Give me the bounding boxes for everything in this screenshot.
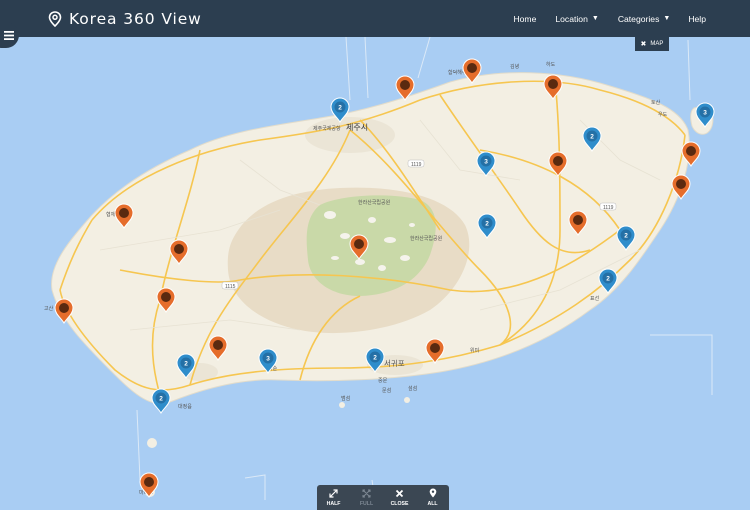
caret-down-icon: ▼ xyxy=(591,15,599,22)
road-1115-label: 1115 xyxy=(225,284,236,290)
nav-home[interactable]: Home xyxy=(504,14,545,24)
poi-marker-13-dot xyxy=(213,340,223,350)
full-label: FULL xyxy=(359,500,374,507)
expand-icon xyxy=(329,488,338,498)
place-label-hallasan-peak: 한라산국립공원 xyxy=(358,199,391,206)
cluster-marker-9-count: 3 xyxy=(266,355,270,362)
poi-marker-15-dot xyxy=(144,477,154,487)
cluster-marker-7-count: 2 xyxy=(606,275,610,282)
place-label-gosan: 고산 xyxy=(44,305,54,312)
full-button[interactable]: FULL xyxy=(350,485,383,510)
place-label-jeju-city: 제주시 xyxy=(346,123,368,132)
cluster-marker-4-count: 3 xyxy=(484,158,488,165)
close-label: CLOSE xyxy=(390,500,409,507)
nav-categories[interactable]: Categories ▼ xyxy=(609,14,680,24)
place-label-munseom: 문섬 xyxy=(382,387,391,394)
map-toggle-button[interactable]: ✖ MAP xyxy=(635,37,669,51)
poi-marker-9-dot xyxy=(174,244,184,254)
place-label-gimnyeong: 김녕 xyxy=(510,63,519,70)
poi-marker-4-dot xyxy=(686,146,696,156)
caret-down-icon: ▼ xyxy=(663,15,671,22)
nav-location[interactable]: Location ▼ xyxy=(545,14,608,24)
cluster-marker-3-count: 2 xyxy=(590,133,594,140)
poi-marker-2-dot xyxy=(400,80,410,90)
hamburger-icon xyxy=(4,30,14,40)
location-pin-icon xyxy=(48,10,62,27)
cluster-marker-2-count: 3 xyxy=(703,109,707,116)
poi-marker-11-dot xyxy=(161,292,171,302)
main-nav: Home Location ▼ Categories ▼ Help xyxy=(504,0,750,37)
cluster-marker-10-count: 2 xyxy=(373,354,377,361)
half-button[interactable]: HALF xyxy=(317,485,350,510)
half-label: HALF xyxy=(326,500,341,507)
nav-home-label: Home xyxy=(513,13,537,24)
nav-categories-label: Categories xyxy=(617,13,660,24)
map-size-toolbar: HALF FULL CLOSE ALL xyxy=(317,485,449,510)
place-label-beomseom: 범섬 xyxy=(341,395,350,402)
poi-marker-14-dot xyxy=(430,343,440,353)
place-label-wimi: 위미 xyxy=(470,347,479,354)
nav-help[interactable]: Help xyxy=(679,14,750,24)
close-icon xyxy=(395,489,404,497)
cluster-marker-8-count: 2 xyxy=(184,360,188,367)
cluster-marker-6-count: 2 xyxy=(624,232,628,239)
place-label-hado: 하도 xyxy=(546,61,556,68)
beomseom-island xyxy=(339,402,345,408)
close-icon: ✖ xyxy=(640,41,647,48)
place-label-seogwipo: 서귀포 xyxy=(384,358,405,368)
gapado-island xyxy=(147,438,157,448)
poi-marker-12-dot xyxy=(59,303,69,313)
place-label-pyoseon: 표선 xyxy=(590,295,600,302)
munseom-island xyxy=(404,397,410,403)
cluster-marker-1-count: 2 xyxy=(338,104,342,111)
poi-marker-6-dot xyxy=(553,156,563,166)
place-label-hallasan-park: 한라산국립공원 xyxy=(410,235,443,242)
nav-help-label: Help xyxy=(688,13,706,24)
poi-marker-1-dot xyxy=(467,63,477,73)
place-label-hyeopjae: 협재 xyxy=(106,211,116,218)
poi-marker-7-dot xyxy=(573,215,583,225)
poi-marker-8-dot xyxy=(119,208,129,218)
poi-marker-5-dot xyxy=(676,179,686,189)
map[interactable]: 1115 1119 1119 제주시 제주국제공항 한라산국립공원 한라산국립공… xyxy=(0,37,750,510)
place-label-airport: 제주국제공항 xyxy=(313,125,341,132)
place-label-jungmun: 중문 xyxy=(378,378,388,384)
place-label-seopseom: 섶섬 xyxy=(408,385,417,392)
place-label-udo: 우도 xyxy=(658,112,668,118)
fullscreen-icon xyxy=(362,489,371,497)
navbar: Korea 360 View Home Location ▼ Categories… xyxy=(0,0,750,37)
all-button[interactable]: ALL xyxy=(416,485,449,510)
poi-marker-10-dot xyxy=(354,239,364,249)
map-toggle-label: MAP xyxy=(650,41,664,47)
app-title: Korea 360 View xyxy=(69,9,202,28)
brand[interactable]: Korea 360 View xyxy=(48,0,202,37)
road-1119-label: 1119 xyxy=(603,205,614,211)
all-label: ALL xyxy=(427,501,438,507)
cluster-marker-5-count: 2 xyxy=(485,220,489,227)
cluster-marker-11-count: 2 xyxy=(159,395,163,402)
poi-marker-3-dot xyxy=(548,79,558,89)
place-label-daejeong: 대정읍 xyxy=(178,403,192,410)
pin-icon xyxy=(429,488,436,498)
close-button[interactable]: CLOSE xyxy=(383,485,416,510)
road-1119b-label: 1119 xyxy=(411,162,422,168)
place-label-toseong: 토산 xyxy=(651,99,661,106)
nav-location-label: Location xyxy=(555,13,588,24)
